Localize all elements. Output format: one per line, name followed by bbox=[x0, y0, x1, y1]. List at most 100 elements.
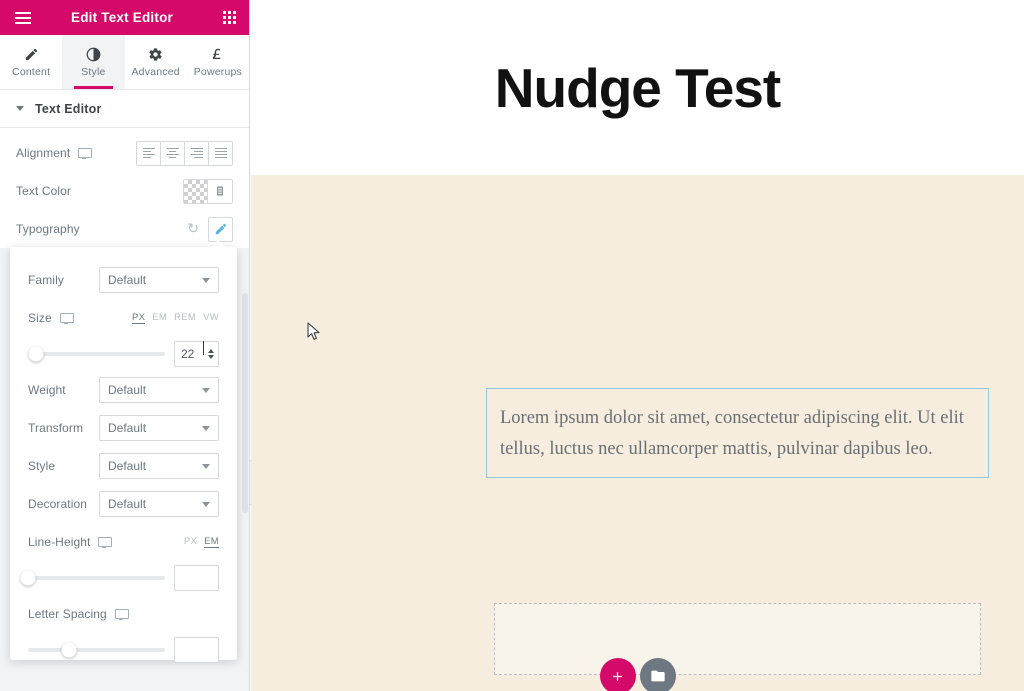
reset-icon[interactable]: ↻ bbox=[187, 222, 199, 236]
grid-icon[interactable] bbox=[214, 0, 244, 35]
content-section: Lorem ipsum dolor sit amet, consectetur … bbox=[251, 175, 1024, 691]
family-label: Family bbox=[28, 273, 64, 287]
size-label: Size bbox=[28, 311, 52, 325]
unit-em[interactable]: EM bbox=[152, 312, 167, 324]
desktop-icon[interactable] bbox=[59, 312, 74, 324]
align-left-button[interactable] bbox=[136, 140, 161, 166]
size-stepper[interactable] bbox=[208, 349, 214, 359]
unit-vw[interactable]: VW bbox=[203, 312, 219, 324]
alignment-buttons bbox=[136, 140, 233, 166]
pound-icon bbox=[210, 46, 225, 62]
panel-scrollbar-thumb[interactable] bbox=[242, 293, 248, 513]
size-slider-knob[interactable] bbox=[28, 346, 44, 362]
size-slider[interactable] bbox=[28, 346, 165, 362]
chevron-down-icon bbox=[202, 387, 210, 393]
transform-select[interactable]: Default bbox=[99, 415, 219, 441]
section-text-editor[interactable]: Text Editor bbox=[0, 90, 249, 128]
row-decoration: Decoration Default bbox=[28, 485, 219, 523]
chevron-down-icon bbox=[16, 106, 24, 111]
text-color-controls bbox=[183, 178, 233, 204]
line-height-label: Line-Height bbox=[28, 535, 91, 549]
align-center-button[interactable] bbox=[160, 140, 185, 166]
letter-spacing-label: Letter Spacing bbox=[28, 607, 107, 621]
tab-content[interactable]: Content bbox=[0, 35, 63, 89]
row-letter-spacing-slider bbox=[28, 633, 219, 667]
size-label-group: Size bbox=[28, 311, 74, 325]
line-height-units: PX EM bbox=[184, 536, 219, 548]
color-swatch[interactable] bbox=[183, 178, 208, 204]
unit-px[interactable]: PX bbox=[131, 312, 146, 324]
align-right-button[interactable] bbox=[184, 140, 209, 166]
family-value: Default bbox=[108, 273, 147, 287]
control-alignment: Alignment bbox=[0, 134, 249, 172]
letter-spacing-label-group: Letter Spacing bbox=[28, 607, 129, 621]
typography-popover: Family Default Size PX EM REM VW 22 Weig… bbox=[10, 240, 237, 663]
add-template-button[interactable] bbox=[639, 658, 676, 691]
decoration-select[interactable]: Default bbox=[99, 491, 219, 517]
tab-style[interactable]: Style bbox=[62, 35, 125, 89]
panel-tabs: Content Style Advanced Powerups bbox=[0, 35, 249, 90]
style-select[interactable]: Default bbox=[99, 453, 219, 479]
size-value: 22 bbox=[181, 341, 208, 361]
size-units: PX EM REM VW bbox=[131, 312, 219, 324]
add-new-section-button[interactable] bbox=[599, 658, 636, 691]
line-height-input[interactable] bbox=[174, 565, 219, 591]
contrast-icon bbox=[86, 46, 101, 62]
panel-header: Edit Text Editor bbox=[0, 0, 249, 35]
text-editor-widget[interactable]: Lorem ipsum dolor sit amet, consectetur … bbox=[486, 388, 989, 478]
plus-icon bbox=[613, 671, 622, 681]
chevron-down-icon bbox=[202, 277, 210, 283]
palette-icon[interactable] bbox=[208, 178, 233, 204]
unit-px[interactable]: PX bbox=[184, 536, 197, 548]
transform-label: Transform bbox=[28, 421, 84, 435]
line-height-slider-knob[interactable] bbox=[20, 570, 36, 586]
unit-rem[interactable]: REM bbox=[174, 312, 196, 324]
page-title: Nudge Test bbox=[494, 56, 781, 119]
decoration-label: Decoration bbox=[28, 497, 88, 511]
row-style: Style Default bbox=[28, 447, 219, 485]
panel-scrollbar[interactable] bbox=[241, 93, 249, 691]
control-text-color: Text Color bbox=[0, 172, 249, 210]
row-line-height-header: Line-Height PX EM bbox=[28, 523, 219, 561]
alignment-label-group: Alignment bbox=[16, 146, 93, 160]
panel-title: Edit Text Editor bbox=[71, 10, 173, 25]
letter-spacing-slider-knob[interactable] bbox=[61, 642, 77, 658]
pencil-icon bbox=[24, 46, 39, 62]
decoration-value: Default bbox=[108, 497, 147, 511]
typography-label: Typography bbox=[16, 222, 80, 236]
desktop-icon[interactable] bbox=[98, 536, 113, 548]
row-size-slider: 22 bbox=[28, 337, 219, 371]
tab-powerups[interactable]: Powerups bbox=[186, 35, 249, 89]
tab-powerups-label: Powerups bbox=[193, 66, 243, 78]
row-weight: Weight Default bbox=[28, 371, 219, 409]
line-height-label-group: Line-Height bbox=[28, 535, 113, 549]
family-select[interactable]: Default bbox=[99, 267, 219, 293]
weight-value: Default bbox=[108, 383, 147, 397]
desktop-icon[interactable] bbox=[114, 608, 129, 620]
elementor-editor: Edit Text Editor Content Style Advanced … bbox=[0, 0, 1024, 691]
tab-style-label: Style bbox=[81, 66, 106, 78]
row-transform: Transform Default bbox=[28, 409, 219, 447]
letter-spacing-input[interactable] bbox=[174, 637, 219, 663]
weight-label: Weight bbox=[28, 383, 66, 397]
style-value: Default bbox=[108, 459, 147, 473]
typography-edit-button[interactable] bbox=[208, 216, 233, 242]
align-justify-button[interactable] bbox=[208, 140, 233, 166]
tab-content-label: Content bbox=[12, 66, 51, 78]
weight-select[interactable]: Default bbox=[99, 377, 219, 403]
desktop-icon[interactable] bbox=[78, 147, 93, 159]
row-letter-spacing-header: Letter Spacing bbox=[28, 595, 219, 633]
typography-controls: ↻ bbox=[187, 216, 233, 242]
style-label: Style bbox=[28, 459, 56, 473]
unit-em[interactable]: EM bbox=[204, 536, 219, 548]
letter-spacing-slider[interactable] bbox=[28, 642, 165, 658]
panel-body: Alignment Text Color Typography ↻ bbox=[0, 128, 249, 248]
size-input[interactable]: 22 bbox=[174, 341, 219, 367]
line-height-slider[interactable] bbox=[20, 570, 165, 586]
tab-advanced[interactable]: Advanced bbox=[124, 35, 187, 89]
alignment-label: Alignment bbox=[16, 146, 71, 160]
chevron-down-icon bbox=[202, 501, 210, 507]
text-editor-content: Lorem ipsum dolor sit amet, consectetur … bbox=[500, 408, 964, 459]
editor-panel: Edit Text Editor Content Style Advanced … bbox=[0, 0, 250, 691]
row-size-header: Size PX EM REM VW bbox=[28, 299, 219, 337]
